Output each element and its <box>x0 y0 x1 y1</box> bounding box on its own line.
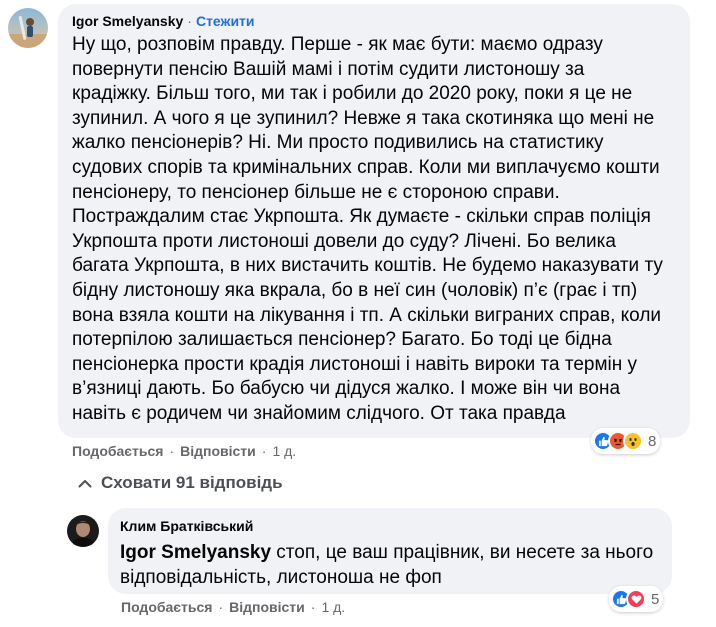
comment-line: бідну листоношу яка вкрала, бо в неї син… <box>72 279 638 301</box>
comment-actions: Подобається · Відповісти · 1 д. <box>72 443 296 459</box>
comment-line: в’язниці дають. Бо бабусю чи дідуся жалк… <box>72 378 621 400</box>
chevron-up-icon <box>78 479 92 487</box>
mention-link[interactable]: Igor Smelyansky <box>120 542 271 563</box>
reply-timestamp[interactable]: 1 д. <box>321 599 345 615</box>
reply-bubble: Клим Братківський Igor Smelyansky стоп, … <box>108 508 672 594</box>
comment-line: пенсіонерка прости крадія листоноші і на… <box>72 353 638 375</box>
reply-author[interactable]: Клим Братківський <box>120 517 660 535</box>
reaction-count: 8 <box>648 432 657 450</box>
love-icon <box>626 589 646 609</box>
follow-link[interactable]: Стежити <box>196 13 255 29</box>
reply-line-text: стоп, це ваш працівник, ви несете за ньо… <box>271 542 654 563</box>
comment-line: повернути пенсію Вашій мамі і потім суди… <box>72 58 585 80</box>
reactions-summary[interactable]: 8 <box>591 428 661 454</box>
wow-icon <box>623 431 643 451</box>
reply-text: Igor Smelyansky стоп, це ваш працівник, … <box>120 540 660 590</box>
avatar-image <box>8 8 48 48</box>
reaction-count: 5 <box>651 590 660 608</box>
comment-line: крадіжку. Більш того, ми так і робили до… <box>72 83 633 105</box>
separator-dot: · <box>218 599 224 615</box>
reply-line: Igor Smelyansky стоп, це ваш працівник, … <box>120 540 660 565</box>
comment-text: Ну що, розповім правду. Перше - як має б… <box>72 33 678 427</box>
like-button[interactable]: Подобається <box>72 443 163 459</box>
comment-line: жалко пенсіонерів? Ні. Ми просто подивил… <box>72 132 604 154</box>
reply-line: відповідальність, листоноша не фоп <box>120 567 442 588</box>
comment-author[interactable]: Igor Smelyansky <box>72 13 183 29</box>
avatar[interactable] <box>67 515 99 547</box>
comment-line: Ну що, розповім правду. Перше - як має б… <box>72 34 603 55</box>
separator-dot: · <box>310 599 316 615</box>
comment-line: Постраждалим стає Укрпошта. Як думаєте -… <box>72 206 651 228</box>
comment-bubble: Igor Smelyansky · Стежити Ну що, розповім … <box>58 4 690 438</box>
separator-dot: · <box>169 443 175 459</box>
reply-button[interactable]: Відповісти <box>229 599 305 615</box>
comment-line: судових спорів та кримінальних справ. Ко… <box>72 156 660 178</box>
comment-timestamp[interactable]: 1 д. <box>272 443 296 459</box>
reply-actions: Подобається · Відповісти · 1 д. <box>121 599 345 615</box>
reply-button[interactable]: Відповісти <box>180 443 256 459</box>
comment-header: Igor Smelyansky · Стежити <box>72 12 678 30</box>
avatar[interactable] <box>8 8 48 48</box>
reactions-summary[interactable]: 5 <box>609 586 664 612</box>
comment-line: потерпілою залишається пенсіонер? Багато… <box>72 329 612 351</box>
hide-replies-button[interactable]: Сховати 91 відповідь <box>78 473 283 493</box>
comment-line: Укрпошта проти листоноші довели до суду?… <box>72 230 616 252</box>
comment-line: пенсіонеру, то пенсіонер більше не є сто… <box>72 181 560 203</box>
comment-line: навіть є родичем чи знайомим слідчого. О… <box>72 402 566 424</box>
comment-line: багата Укрпошта, в них вистачить коштів.… <box>72 255 663 277</box>
comment-line: вона взяла кошти на лікування і тп. А ск… <box>72 304 662 326</box>
separator-dot: · <box>261 443 267 459</box>
comment-line: зупинил. А чого я це зупинил? Невже я та… <box>72 107 655 129</box>
avatar-image <box>67 515 99 547</box>
separator-dot: · <box>187 13 192 29</box>
hide-replies-label: Сховати 91 відповідь <box>101 473 283 492</box>
like-button[interactable]: Подобається <box>121 599 212 615</box>
